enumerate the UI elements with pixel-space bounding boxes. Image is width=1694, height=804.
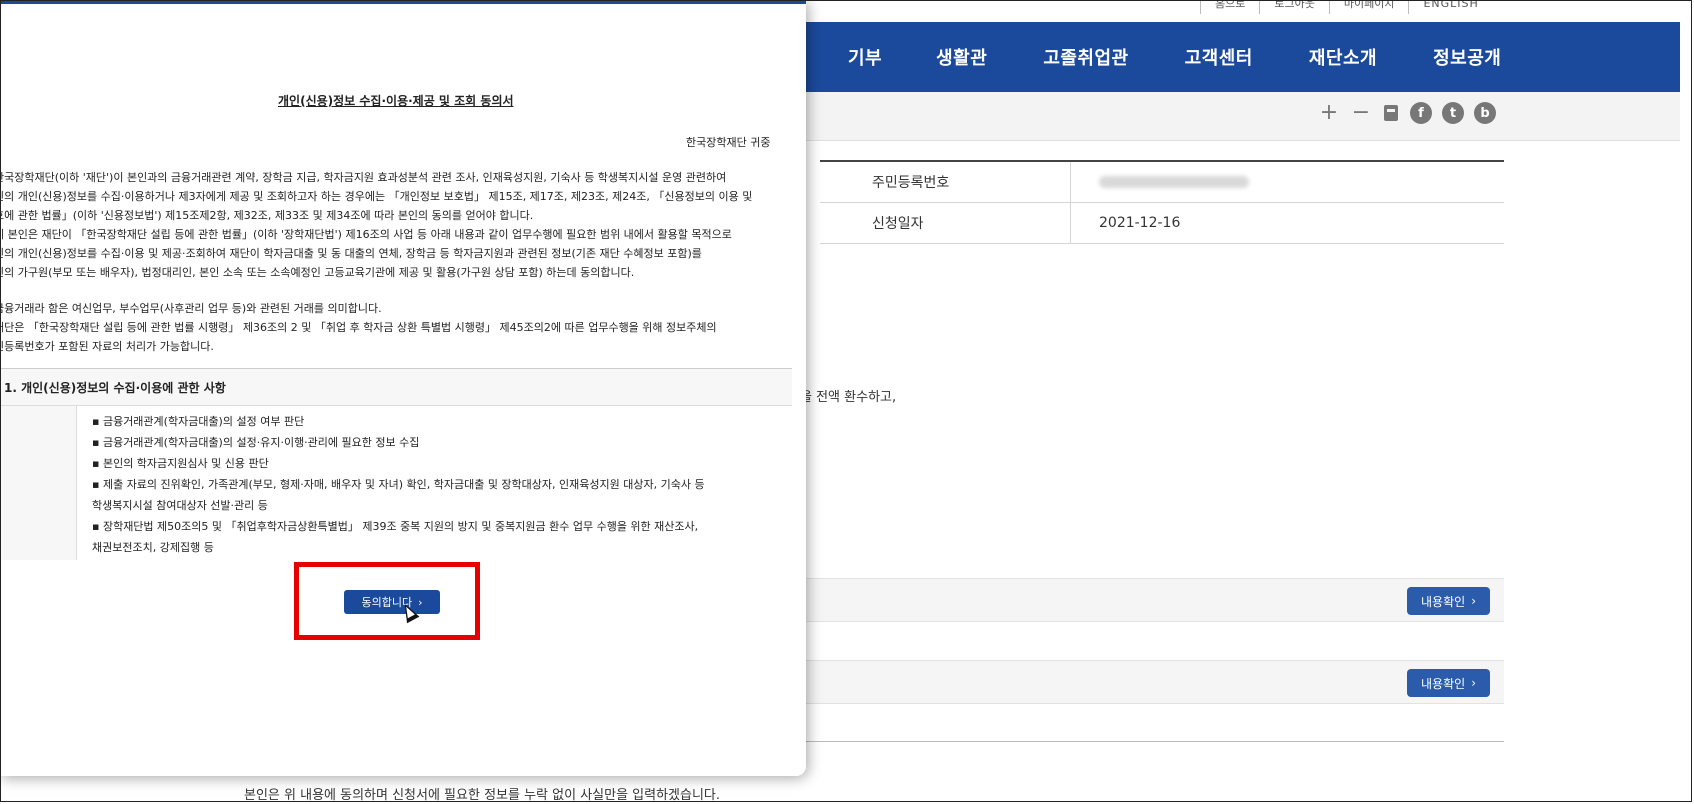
consent-modal: 개인(신용)정보 수집·이용·제공 및 조회 동의서 한국장학재단 귀중 한국장… bbox=[0, 0, 806, 776]
main-nav: 기부 생활관 고졸취업관 고객센터 재단소개 정보공개 bbox=[848, 22, 1557, 92]
divider bbox=[800, 741, 1504, 742]
application-date-value: 2021-12-16 bbox=[1070, 202, 1504, 244]
partial-text: 을 전액 환수하고, bbox=[800, 390, 897, 405]
resident-number-value bbox=[1070, 161, 1504, 203]
paragraph-line: 호에 관한 법률」(이하 '신용정보법') 제15조제2항, 제32조, 제33… bbox=[0, 209, 534, 222]
section-label-column bbox=[0, 406, 77, 566]
list-item: ▪ 본인의 학자금지원심사 및 신용 판단 bbox=[92, 457, 269, 470]
nav-about[interactable]: 재단소개 bbox=[1309, 44, 1377, 70]
list-item: 채권보전조치, 강제집행 등 bbox=[92, 541, 214, 554]
paragraph-line: 금융거래라 함은 여신업무, 부수업무(사후관리 업무 등)와 관련된 거래를 … bbox=[0, 302, 382, 315]
nav-customer-center[interactable]: 고객센터 bbox=[1185, 44, 1253, 70]
home-link[interactable]: 홈으로 bbox=[1200, 0, 1259, 14]
applicant-info-table: 주민등록번호 신청일자 2021-12-16 bbox=[820, 160, 1504, 244]
facebook-icon[interactable]: f bbox=[1410, 102, 1432, 124]
paragraph-line: 한국장학재단(이하 '재단')이 본인과의 금융거래관련 계약, 장학금 지급,… bbox=[0, 171, 727, 184]
paragraph-line: 에 본인은 재단이 「한국장학재단 설립 등에 관한 법률」(이하 '장학재단법… bbox=[0, 228, 732, 241]
consent-row: 내용확인 › bbox=[800, 578, 1504, 622]
section-title: 1. 개인(신용)정보의 수집·이용에 관한 사항 bbox=[4, 381, 226, 395]
mypage-link[interactable]: 마이페이지 bbox=[1328, 0, 1409, 14]
nav-highschool-jobs[interactable]: 고졸취업관 bbox=[1043, 44, 1128, 70]
consent-row: 내용확인 › bbox=[800, 660, 1504, 704]
blog-icon[interactable]: b bbox=[1474, 102, 1496, 124]
application-date-label: 신청일자 bbox=[820, 202, 1071, 244]
minus-icon[interactable]: − bbox=[1350, 99, 1372, 127]
view-content-button[interactable]: 내용확인 › bbox=[1407, 669, 1490, 697]
blurred-value bbox=[1099, 176, 1249, 188]
view-content-label: 내용확인 bbox=[1421, 676, 1466, 691]
paragraph-line: 인의 개인(신용)정보를 수집·이용하거나 제3자에게 제공 및 조회하고자 하… bbox=[0, 190, 753, 203]
english-link[interactable]: ENGLISH bbox=[1408, 0, 1492, 14]
paragraph-line: 민등록번호가 포함된 자료의 처리가 가능합니다. bbox=[0, 340, 214, 353]
chevron-right-icon: › bbox=[1471, 594, 1476, 608]
consent-document-title: 개인(신용)정보 수집·이용·제공 및 조회 동의서 bbox=[278, 94, 514, 108]
section-header: 1. 개인(신용)정보의 수집·이용에 관한 사항 bbox=[0, 369, 792, 406]
page-tools: + − f t b bbox=[1318, 99, 1496, 127]
twitter-icon[interactable]: t bbox=[1442, 102, 1464, 124]
document-addressee: 한국장학재단 귀중 bbox=[686, 136, 771, 149]
list-item: ▪ 금융거래관계(학자금대출)의 설정·유지·이행·관리에 필요한 정보 수집 bbox=[92, 436, 420, 449]
chevron-right-icon: › bbox=[418, 595, 423, 609]
consent-paragraph-2: 금융거래라 함은 여신업무, 부수업무(사후관리 업무 등)와 관련된 거래를 … bbox=[0, 299, 792, 356]
agree-area: 동의합니다 › bbox=[0, 560, 806, 776]
agree-button[interactable]: 동의합니다 › bbox=[344, 590, 440, 614]
purpose-list: ▪ 금융거래관계(학자금대출)의 설정 여부 판단 ▪ 금융거래관계(학자금대출… bbox=[92, 411, 792, 558]
top-utility-links: 홈으로 로그아웃 마이페이지 ENGLISH bbox=[1200, 0, 1493, 14]
paragraph-line: 인의 개인(신용)정보를 수집·이용 및 제공·조회하여 재단이 학자금대출 및… bbox=[0, 247, 702, 260]
view-content-button[interactable]: 내용확인 › bbox=[1407, 587, 1490, 615]
list-item: ▪ 제출 자료의 진위확인, 가족관계(부모, 형제·자매, 배우자 및 자녀)… bbox=[92, 478, 705, 491]
view-content-label: 내용확인 bbox=[1421, 594, 1466, 609]
print-icon[interactable] bbox=[1382, 105, 1400, 121]
logout-link[interactable]: 로그아웃 bbox=[1259, 0, 1328, 14]
paragraph-line: 재단은 「한국장학재단 설립 등에 관한 법률 시행령」 제36조의 2 및 「… bbox=[0, 321, 717, 334]
nav-dormitory[interactable]: 생활관 bbox=[936, 44, 987, 70]
list-item: 학생복지시설 참여대상자 선발·관리 등 bbox=[92, 499, 268, 512]
list-item: ▪ 장학재단법 제50조의5 및 「취업후학자금상환특별법」 제39조 중복 지… bbox=[92, 520, 699, 533]
consent-paragraph-1: 한국장학재단(이하 '재단')이 본인과의 금융거래관련 계약, 장학금 지급,… bbox=[0, 168, 792, 282]
declaration-text: 본인은 위 내용에 동의하며 신청서에 필요한 정보를 누락 없이 사실만을 입… bbox=[244, 788, 721, 803]
nav-disclosure[interactable]: 정보공개 bbox=[1433, 44, 1501, 70]
paragraph-line: 인의 가구원(부모 또는 배우자), 법정대리인, 본인 소속 또는 소속예정인… bbox=[0, 266, 635, 279]
table-row: 주민등록번호 bbox=[820, 161, 1504, 203]
chevron-right-icon: › bbox=[1471, 676, 1476, 690]
nav-donation[interactable]: 기부 bbox=[848, 44, 882, 70]
table-row: 신청일자 2021-12-16 bbox=[820, 202, 1504, 244]
resident-number-label: 주민등록번호 bbox=[820, 161, 1071, 203]
consent-section: 1. 개인(신용)정보의 수집·이용에 관한 사항 ▪ 금융거래관계(학자금대출… bbox=[0, 368, 792, 566]
plus-icon[interactable]: + bbox=[1318, 99, 1340, 127]
list-item: ▪ 금융거래관계(학자금대출)의 설정 여부 판단 bbox=[92, 415, 305, 428]
